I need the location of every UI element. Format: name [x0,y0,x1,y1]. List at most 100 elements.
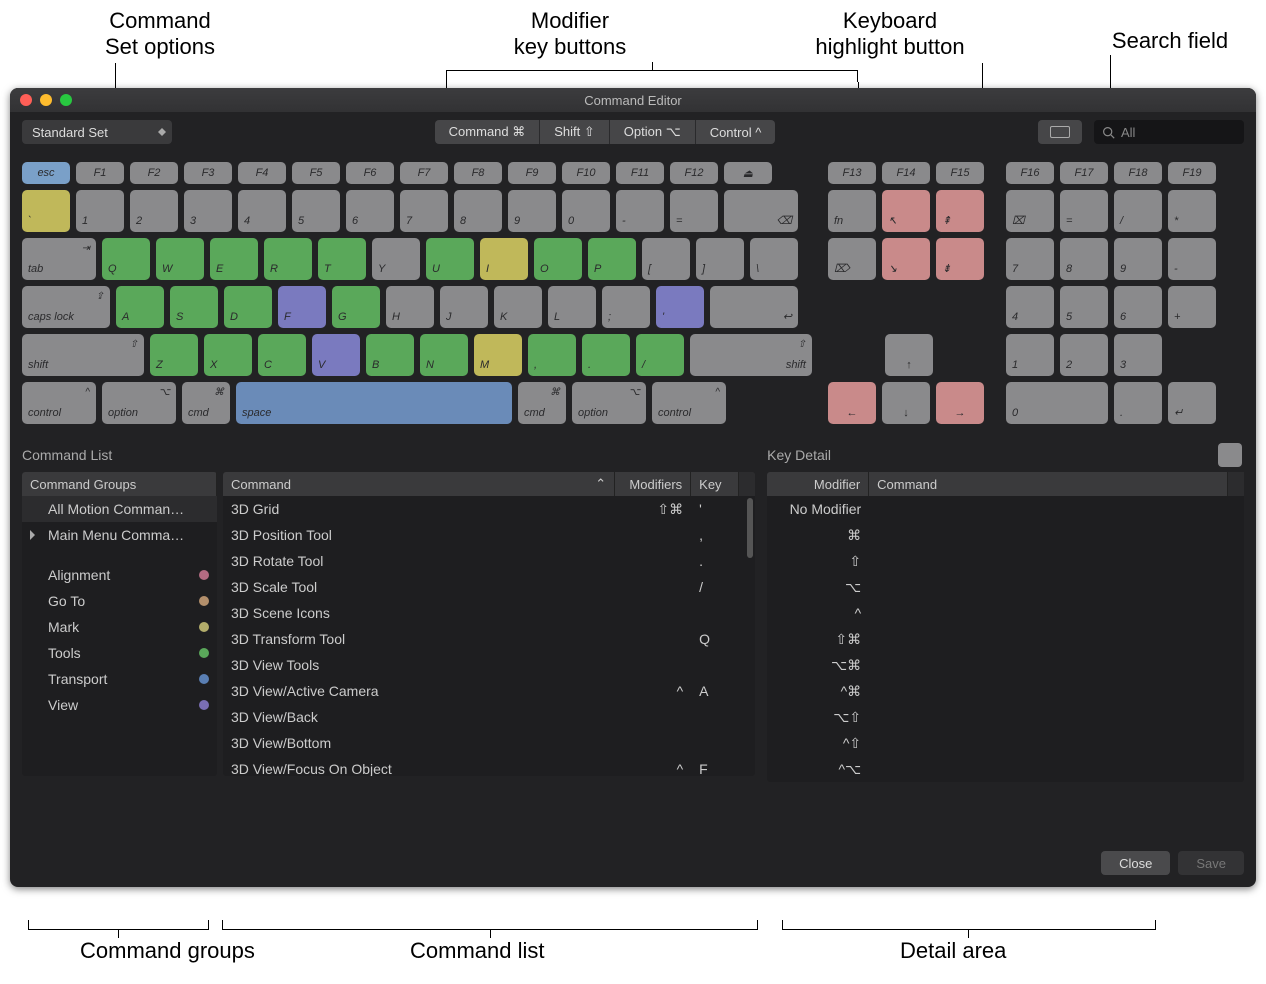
zoom-window-icon[interactable] [60,94,72,106]
command-row[interactable]: 3D Grid⇧⌘' [223,496,755,522]
key-F9[interactable]: F9 [508,162,556,184]
key-F7[interactable]: F7 [400,162,448,184]
key-1[interactable]: 1 [1006,334,1054,376]
key-M[interactable]: M [474,334,522,376]
key-home[interactable]: ↖ [882,190,930,232]
key-V[interactable]: V [312,334,360,376]
key-1[interactable]: 1 [76,190,124,232]
column-header[interactable]: Command Groups [22,472,217,496]
command-row[interactable]: 3D Transform ToolQ [223,626,755,652]
key-return[interactable]: ↩ [710,286,798,328]
group-row[interactable]: Main Menu Comma… [22,522,217,548]
column-header[interactable]: Command [869,472,1228,496]
key-capslock[interactable]: ⇪caps lock [22,286,110,328]
key-6[interactable]: 6 [346,190,394,232]
key-F12[interactable]: F12 [670,162,718,184]
key-F3[interactable]: F3 [184,162,232,184]
key-fwddelete[interactable]: ⌦ [828,238,876,280]
key--[interactable]: - [616,190,664,232]
key-;[interactable]: ; [602,286,650,328]
key-esc[interactable]: esc [22,162,70,184]
detail-row[interactable]: No Modifier [767,496,1244,522]
key-space[interactable]: space [236,382,512,424]
key-B[interactable]: B [366,334,414,376]
key-7[interactable]: 7 [1006,238,1054,280]
detail-row[interactable]: ⇧⌘ [767,626,1244,652]
key-E[interactable]: E [210,238,258,280]
column-header[interactable]: Modifiers [615,472,691,496]
scrollbar-thumb[interactable] [747,498,753,558]
key-tab[interactable]: ⇥tab [22,238,96,280]
key-0[interactable]: 0 [562,190,610,232]
key-F[interactable]: F [278,286,326,328]
key-P[interactable]: P [588,238,636,280]
key-J[interactable]: J [440,286,488,328]
detail-row[interactable]: ^⌥ [767,756,1244,782]
key-control-right[interactable]: ^control [652,382,726,424]
key-F6[interactable]: F6 [346,162,394,184]
key-`[interactable]: ` [22,190,70,232]
group-row[interactable]: Go To [22,588,217,614]
command-row[interactable]: 3D View/Active Camera^A [223,678,755,704]
key-Z[interactable]: Z [150,334,198,376]
key-cmd-left[interactable]: ⌘cmd [182,382,230,424]
key-F15[interactable]: F15 [936,162,984,184]
key-F19[interactable]: F19 [1168,162,1216,184]
modifier-option-button[interactable]: Option ⌥ [609,120,695,144]
key-G[interactable]: G [332,286,380,328]
key-W[interactable]: W [156,238,204,280]
key-2[interactable]: 2 [130,190,178,232]
key-T[interactable]: T [318,238,366,280]
key-F17[interactable]: F17 [1060,162,1108,184]
key-9[interactable]: 9 [1114,238,1162,280]
key-/[interactable]: / [636,334,684,376]
command-row[interactable]: 3D View Tools [223,652,755,678]
close-button[interactable]: Close [1101,851,1170,875]
key-backslash[interactable]: \ [750,238,798,280]
key-fn[interactable]: fn [828,190,876,232]
key-F13[interactable]: F13 [828,162,876,184]
key-5[interactable]: 5 [292,190,340,232]
group-row[interactable]: Tools [22,640,217,666]
key-[[interactable]: [ [642,238,690,280]
key-.[interactable]: . [582,334,630,376]
key-7[interactable]: 7 [400,190,448,232]
key-right[interactable]: → [936,382,984,424]
detail-row[interactable]: ⌥ [767,574,1244,600]
command-row[interactable]: 3D Rotate Tool. [223,548,755,574]
command-row[interactable]: 3D Scale Tool/ [223,574,755,600]
key-control-left[interactable]: ^control [22,382,96,424]
key-D[interactable]: D [224,286,272,328]
detail-row[interactable]: ⌥⌘ [767,652,1244,678]
key-=[interactable]: = [670,190,718,232]
key-'[interactable]: ' [656,286,704,328]
key-4[interactable]: 4 [238,190,286,232]
detail-row[interactable]: ⌘ [767,522,1244,548]
key-H[interactable]: H [386,286,434,328]
key-F16[interactable]: F16 [1006,162,1054,184]
key-F14[interactable]: F14 [882,162,930,184]
key-R[interactable]: R [264,238,312,280]
modifier-control-button[interactable]: Control ^ [695,120,776,144]
key-3[interactable]: 3 [184,190,232,232]
column-header[interactable]: Key [691,472,739,496]
key-delete[interactable]: ⌫ [724,190,798,232]
key-↵[interactable]: ↵ [1168,382,1216,424]
key-K[interactable]: K [494,286,542,328]
key-⏏[interactable]: ⏏ [724,162,772,184]
key-O[interactable]: O [534,238,582,280]
keyboard-highlight-button[interactable] [1038,120,1082,144]
key-9[interactable]: 9 [508,190,556,232]
key-A[interactable]: A [116,286,164,328]
detail-row[interactable]: ⌥⇧ [767,704,1244,730]
key-option-right[interactable]: ⌥option [572,382,646,424]
column-header[interactable]: Command⌃ [223,472,615,496]
group-row[interactable]: View [22,692,217,718]
key-left[interactable]: ← [828,382,876,424]
detail-row[interactable]: ⇧ [767,548,1244,574]
color-swatch[interactable] [1218,443,1242,467]
group-row[interactable]: Transport [22,666,217,692]
key-option-left[interactable]: ⌥option [102,382,176,424]
key-Q[interactable]: Q [102,238,150,280]
modifier-shift-button[interactable]: Shift ⇧ [539,120,609,144]
